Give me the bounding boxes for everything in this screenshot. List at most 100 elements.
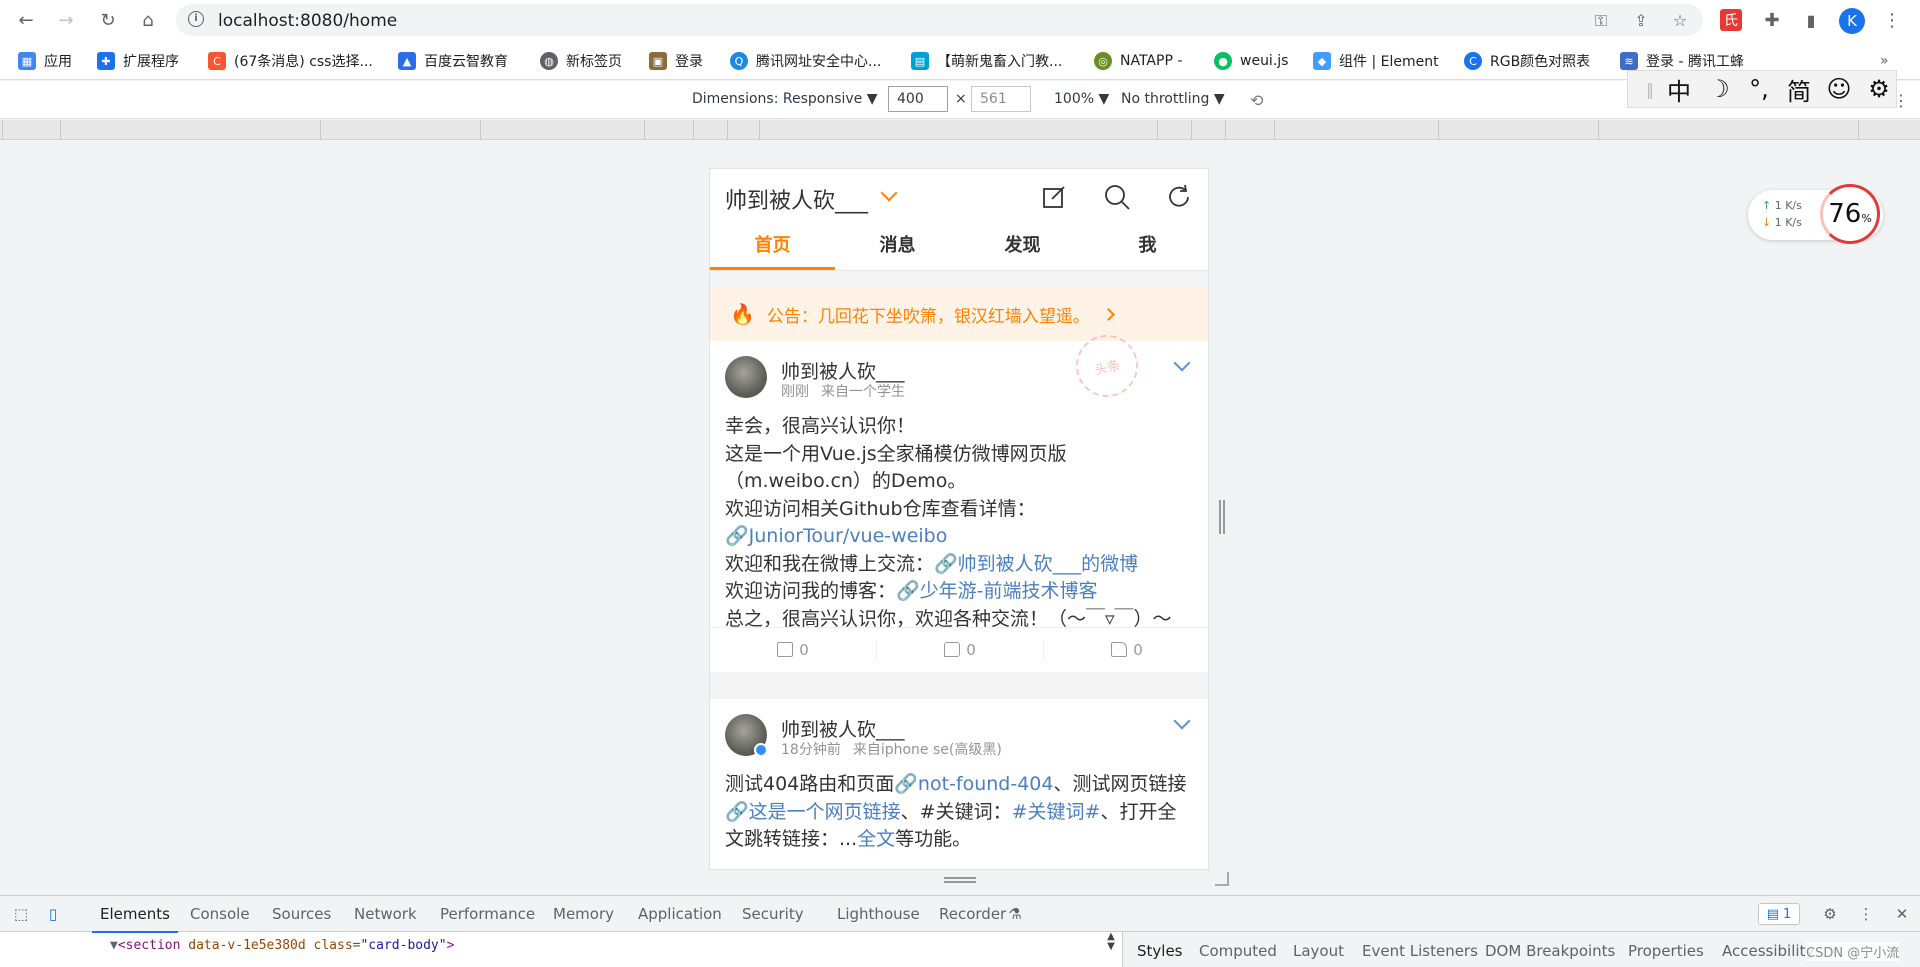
tab-performance[interactable]: Performance <box>440 905 535 923</box>
ime-lang-toggle[interactable]: 中 <box>1664 72 1694 107</box>
throttling-select[interactable]: No throttling ▼ <box>1121 91 1225 107</box>
menu-kebab-icon[interactable]: ⋮ <box>1880 8 1904 32</box>
announcement-banner[interactable]: 🔥 公告：几回花下坐吹箫，银汉红墙入望遥。 <box>710 287 1208 341</box>
tab-console[interactable]: Console <box>190 905 250 923</box>
element-icon: ◆ <box>1313 52 1331 70</box>
tab-network[interactable]: Network <box>354 905 417 923</box>
expand-triangle-icon[interactable]: ▼ <box>110 938 118 953</box>
tab-security[interactable]: Security <box>742 905 804 923</box>
post-author[interactable]: 帅到被人砍___ <box>781 715 905 742</box>
extensions-puzzle-icon[interactable]: ✚ <box>1760 8 1784 32</box>
bookmark-new-tab[interactable]: ◍ 新标签页 <box>540 50 622 72</box>
bookmark-tencent-git[interactable]: ≋ 登录 - 腾讯工蜂 <box>1620 50 1744 72</box>
refresh-icon[interactable] <box>1165 183 1193 211</box>
bookmark-tencent-security[interactable]: Q 腾讯网址安全中心... <box>730 50 881 72</box>
arrow-up-icon: ↑ <box>1762 199 1772 212</box>
weibo-link[interactable]: 🔗帅到被人砍___的微博 <box>934 553 1138 575</box>
like-button[interactable]: 0 <box>1044 641 1208 659</box>
blog-link[interactable]: 🔗少年游-前端技术博客 <box>896 580 1098 602</box>
devtools-menu-icon[interactable]: ⋮ <box>1856 905 1876 923</box>
settings-gear-icon[interactable]: ⚙ <box>1820 905 1840 923</box>
tab-discover[interactable]: 发现 <box>960 223 1085 270</box>
resize-right-handle[interactable] <box>1219 500 1225 534</box>
bookmark-bilibili[interactable]: ▤ 【萌新鬼畜入门教... <box>911 50 1062 72</box>
zoom-select[interactable]: 100% ▼ <box>1054 91 1109 107</box>
url-text[interactable]: localhost:8080/home <box>218 11 397 31</box>
address-bar[interactable]: i localhost:8080/home ⚿ ⇪ ☆ <box>176 4 1703 36</box>
ime-script-toggle[interactable]: 简 <box>1784 72 1814 107</box>
close-icon[interactable]: ✕ <box>1892 905 1912 923</box>
resize-corner-handle[interactable] <box>1215 872 1229 886</box>
bookmark-csdn[interactable]: C (67条消息) css选择... <box>208 50 373 72</box>
bookmark-element[interactable]: ◆ 组件 | Element <box>1313 50 1439 72</box>
tab-dom-breakpoints[interactable]: DOM Breakpoints <box>1485 942 1615 960</box>
repost-button[interactable]: 0 <box>710 641 876 659</box>
moon-icon[interactable]: ☽ <box>1704 75 1734 103</box>
tab-layout[interactable]: Layout <box>1293 942 1344 960</box>
side-panel-icon[interactable]: ▮ <box>1799 8 1823 32</box>
tab-computed[interactable]: Computed <box>1199 942 1277 960</box>
tab-elements[interactable]: Elements <box>92 905 178 933</box>
tab-recorder[interactable]: Recorder <box>939 905 1006 923</box>
bookmark-natapp[interactable]: ◎ NATAPP - <box>1094 50 1182 72</box>
tab-properties[interactable]: Properties <box>1628 942 1704 960</box>
ime-punct-toggle[interactable]: °, <box>1744 75 1774 103</box>
post-line: 欢迎和我在微博上交流： <box>725 552 935 575</box>
bookmark-login[interactable]: ▣ 登录 <box>649 50 703 72</box>
reload-icon[interactable]: ↻ <box>96 8 120 32</box>
tab-accessibility[interactable]: Accessibility <box>1722 942 1814 960</box>
bookmark-apps[interactable]: ▦ 应用 <box>18 50 72 72</box>
tab-memory[interactable]: Memory <box>553 905 614 923</box>
bookmark-star-icon[interactable]: ☆ <box>1670 11 1690 31</box>
tab-event-listeners[interactable]: Event Listeners <box>1362 942 1478 960</box>
avatar[interactable] <box>725 356 767 398</box>
comment-button[interactable]: 0 <box>877 641 1043 659</box>
emoji-icon[interactable]: ☺ <box>1824 75 1854 103</box>
search-icon[interactable] <box>1103 183 1131 211</box>
hashtag-link[interactable]: #关键词# <box>1012 801 1101 823</box>
post-author[interactable]: 帅到被人砍___ <box>781 357 905 384</box>
profile-avatar[interactable]: K <box>1839 8 1865 34</box>
app-title[interactable]: 帅到被人砍___ <box>725 183 868 215</box>
width-input[interactable]: 400 <box>888 86 948 112</box>
full-text-link[interactable]: 全文 <box>857 828 895 850</box>
key-icon[interactable]: ⚿ <box>1591 11 1611 31</box>
chevron-down-icon[interactable] <box>1173 712 1191 730</box>
tab-styles[interactable]: Styles <box>1137 942 1183 960</box>
bookmarks-overflow-icon[interactable]: » <box>1880 50 1889 72</box>
not-found-link[interactable]: 🔗not-found-404 <box>894 773 1053 795</box>
bookmark-weui[interactable]: ● weui.js <box>1214 50 1288 72</box>
bookmark-extensions[interactable]: ✚ 扩展程序 <box>97 50 179 72</box>
settings-gear-icon[interactable]: ⚙ <box>1864 75 1894 103</box>
compose-icon[interactable] <box>1040 183 1068 211</box>
bookmark-baidu-edu[interactable]: ▲ 百度云智教育 <box>398 50 508 72</box>
network-speed-widget[interactable]: ↑ 1 K/s ↓ 1 K/s 76% <box>1748 184 1883 244</box>
github-link[interactable]: 🔗JuniorTour/vue-weibo <box>725 525 947 547</box>
resize-bottom-handle[interactable] <box>944 877 976 883</box>
extension-red-icon[interactable]: 氏 <box>1720 9 1742 31</box>
tab-me[interactable]: 我 <box>1085 223 1208 270</box>
tab-sources[interactable]: Sources <box>272 905 331 923</box>
inspect-element-icon[interactable]: ⬚ <box>11 905 31 923</box>
issues-badge[interactable]: ▤ 1 <box>1758 903 1800 925</box>
tab-messages[interactable]: 消息 <box>835 223 960 270</box>
post-meta: 18分钟前 来自iphone se(高级黑) <box>781 739 1002 759</box>
dom-tree-line[interactable]: ▼<section data-v-1e5e380d class="card-bo… <box>110 938 454 953</box>
web-link[interactable]: 🔗这是一个网页链接 <box>725 801 901 823</box>
tab-home[interactable]: 首页 <box>710 223 835 270</box>
height-input[interactable]: 561 <box>971 86 1031 112</box>
dimensions-select[interactable]: Dimensions: Responsive ▼ <box>692 91 878 107</box>
tab-application[interactable]: Application <box>638 905 722 923</box>
home-icon[interactable]: ⌂ <box>136 8 160 32</box>
share-icon[interactable]: ⇪ <box>1631 11 1651 31</box>
bookmark-rgb[interactable]: C RGB颜色对照表 <box>1464 50 1590 72</box>
chevron-down-icon[interactable] <box>880 184 898 202</box>
panel-scroll-arrows-icon[interactable]: ▲ ▼ <box>1104 932 1118 956</box>
forward-icon[interactable]: → <box>54 8 78 32</box>
chevron-down-icon[interactable] <box>1173 354 1191 372</box>
back-icon[interactable]: ← <box>14 8 38 32</box>
site-info-icon[interactable]: i <box>188 11 204 27</box>
tab-lighthouse[interactable]: Lighthouse <box>837 905 920 923</box>
device-toggle-icon[interactable]: ▯ <box>43 905 63 923</box>
rotate-icon[interactable]: ⟲ <box>1250 91 1263 110</box>
